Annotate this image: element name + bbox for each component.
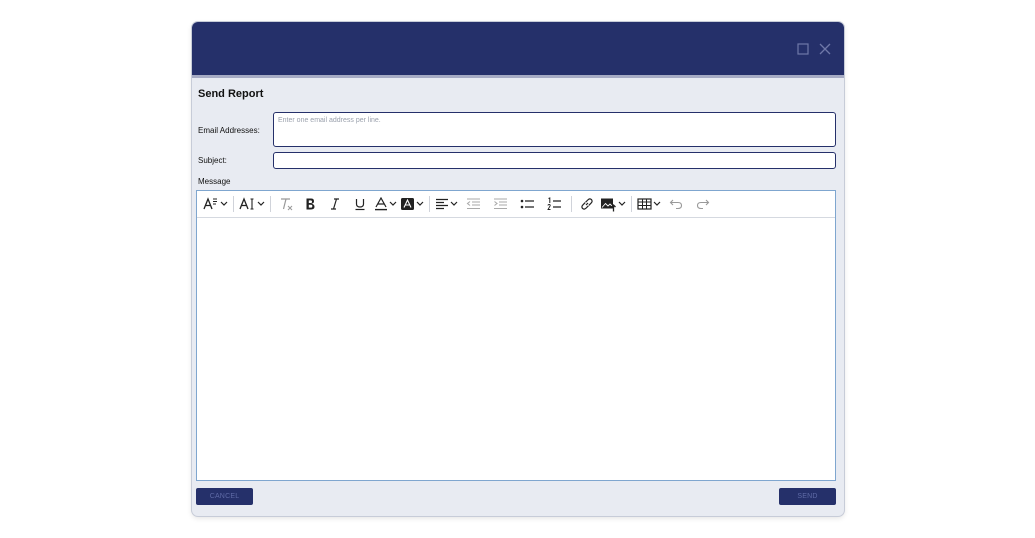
dialog-titlebar: [192, 22, 844, 78]
insert-image-icon: [601, 198, 616, 211]
table-icon: [637, 198, 652, 210]
indent-button[interactable]: [488, 195, 512, 213]
numbered-list-button[interactable]: [542, 195, 566, 213]
redo-icon: [696, 199, 710, 210]
link-button[interactable]: [577, 195, 597, 213]
italic-icon: [331, 198, 339, 210]
toolbar-separator: [270, 196, 271, 212]
cancel-button[interactable]: CANCEL: [196, 488, 253, 505]
insert-table-dropdown[interactable]: [637, 195, 661, 213]
bold-button[interactable]: [299, 195, 321, 213]
chevron-down-icon: [653, 201, 661, 206]
chevron-down-icon: [389, 201, 397, 206]
remove-format-icon: [281, 198, 293, 211]
subject-label: Subject:: [198, 156, 227, 165]
dialog-title: Send Report: [198, 88, 264, 100]
chevron-down-icon: [220, 201, 228, 206]
insert-image-dropdown[interactable]: [600, 195, 626, 213]
bold-icon: [306, 198, 315, 210]
numbered-list-icon: [546, 197, 561, 210]
message-label: Message: [198, 177, 231, 186]
font-size-dropdown[interactable]: [239, 195, 265, 213]
chevron-down-icon: [416, 201, 424, 206]
link-icon: [581, 198, 593, 210]
background-color-dropdown[interactable]: [400, 195, 424, 213]
toolbar-separator: [233, 196, 234, 212]
chevron-down-icon: [618, 201, 626, 206]
outdent-icon: [466, 198, 480, 210]
toolbar-separator: [429, 196, 430, 212]
subject-field[interactable]: [273, 152, 836, 169]
send-report-dialog: Send Report Email Addresses: Subject: Me…: [192, 22, 844, 516]
indent-icon: [493, 198, 507, 210]
heading-icon: [203, 197, 217, 210]
send-button[interactable]: SEND: [779, 488, 836, 505]
close-button[interactable]: [818, 42, 832, 56]
toolbar-separator: [571, 196, 572, 212]
close-icon: [819, 43, 831, 55]
italic-button[interactable]: [324, 195, 346, 213]
maximize-icon: [797, 43, 809, 55]
underline-button[interactable]: [349, 195, 371, 213]
toolbar-separator: [631, 196, 632, 212]
message-editor: [196, 190, 836, 481]
font-size-icon: [239, 197, 254, 210]
bulleted-list-icon: [520, 199, 534, 209]
highlight-icon: [401, 198, 414, 210]
align-icon: [436, 198, 448, 210]
message-body[interactable]: [197, 219, 835, 480]
remove-format-button[interactable]: [276, 195, 296, 213]
chevron-down-icon: [450, 201, 458, 206]
editor-toolbar: [197, 191, 835, 218]
font-color-icon: [375, 197, 387, 211]
email-label: Email Addresses:: [198, 126, 260, 135]
undo-button[interactable]: [664, 195, 688, 213]
chevron-down-icon: [257, 201, 265, 206]
undo-icon: [669, 199, 683, 210]
bulleted-list-button[interactable]: [515, 195, 539, 213]
alignment-dropdown[interactable]: [435, 195, 458, 213]
maximize-button[interactable]: [796, 42, 810, 56]
redo-button[interactable]: [691, 195, 715, 213]
outdent-button[interactable]: [461, 195, 485, 213]
underline-icon: [355, 199, 365, 211]
font-color-dropdown[interactable]: [374, 195, 397, 213]
heading-dropdown[interactable]: [203, 195, 228, 213]
email-addresses-field[interactable]: [273, 112, 836, 147]
